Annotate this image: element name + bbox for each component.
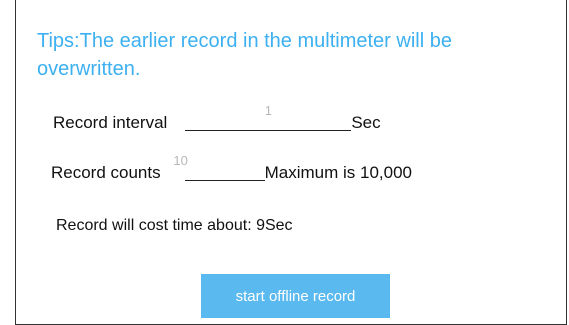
record-counts-field bbox=[140, 153, 265, 183]
record-interval-input[interactable] bbox=[185, 103, 352, 118]
record-counts-underline bbox=[184, 180, 265, 181]
record-cost-time: Record will cost time about: 9Sec bbox=[56, 217, 293, 234]
record-counts-max-note: Maximum is 10,000 bbox=[264, 163, 413, 182]
offline-record-panel: Tips:The earlier record in the multimete… bbox=[15, 0, 567, 325]
record-interval-label: Record interval bbox=[53, 113, 168, 132]
record-counts-input[interactable] bbox=[140, 153, 221, 168]
record-interval-underline bbox=[185, 130, 352, 131]
record-counts-row: Record countsMaximum is 10,000 bbox=[51, 153, 413, 183]
record-interval-field bbox=[185, 103, 352, 133]
start-offline-record-button[interactable]: start offline record bbox=[201, 274, 390, 318]
tips-message: Tips:The earlier record in the multimete… bbox=[37, 30, 452, 80]
record-interval-unit: Sec bbox=[351, 113, 381, 132]
record-interval-row: Record interval Sec bbox=[53, 103, 381, 133]
